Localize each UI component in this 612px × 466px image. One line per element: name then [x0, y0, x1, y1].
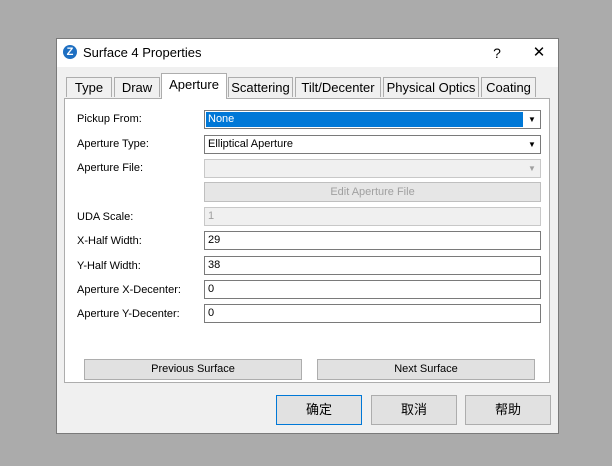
uda-scale-field: 1 — [204, 207, 541, 226]
x-half-width-label: X-Half Width: — [77, 235, 142, 247]
close-icon[interactable]: ✕ — [527, 43, 551, 63]
aperture-y-decenter-label: Aperture Y-Decenter: — [77, 308, 180, 320]
tab-coating[interactable]: Coating — [481, 77, 536, 97]
tab-type[interactable]: Type — [66, 77, 112, 97]
tab-tilt-decenter[interactable]: Tilt/Decenter — [295, 77, 381, 97]
y-half-width-field[interactable]: 38 — [204, 256, 541, 275]
help-button[interactable]: 帮助 — [465, 395, 551, 425]
chevron-down-icon: ▼ — [525, 161, 539, 176]
uda-scale-label: UDA Scale: — [77, 211, 134, 223]
x-half-width-field[interactable]: 29 — [204, 231, 541, 250]
y-half-width-label: Y-Half Width: — [77, 260, 141, 272]
title-bar: Z Surface 4 Properties ? ✕ — [57, 39, 558, 67]
window-title: Surface 4 Properties — [83, 45, 202, 60]
next-surface-button[interactable]: Next Surface — [317, 359, 535, 380]
tab-physical-optics[interactable]: Physical Optics — [383, 77, 479, 97]
aperture-x-decenter-label: Aperture X-Decenter: — [77, 284, 181, 296]
ok-button[interactable]: 确定 — [276, 395, 362, 425]
tab-draw[interactable]: Draw — [114, 77, 160, 97]
chevron-down-icon[interactable]: ▼ — [525, 137, 539, 152]
help-icon[interactable]: ? — [485, 43, 509, 63]
aperture-file-dropdown: ▼ — [204, 159, 541, 178]
pickup-from-value: None — [206, 112, 523, 127]
app-icon: Z — [63, 45, 77, 59]
pickup-from-dropdown[interactable]: None ▼ — [204, 110, 541, 129]
chevron-down-icon[interactable]: ▼ — [525, 112, 539, 127]
cancel-button[interactable]: 取消 — [371, 395, 457, 425]
aperture-panel: Pickup From: None ▼ Aperture Type: Ellip… — [64, 98, 550, 383]
aperture-type-dropdown[interactable]: Elliptical Aperture ▼ — [204, 135, 541, 154]
aperture-type-label: Aperture Type: — [77, 138, 149, 150]
aperture-y-decenter-field[interactable]: 0 — [204, 304, 541, 323]
tab-strip: Type Draw Aperture Scattering Tilt/Decen… — [57, 73, 558, 99]
pickup-from-label: Pickup From: — [77, 113, 142, 125]
tab-scattering[interactable]: Scattering — [228, 77, 293, 97]
tab-aperture[interactable]: Aperture — [161, 73, 227, 99]
aperture-type-value: Elliptical Aperture — [208, 138, 293, 150]
previous-surface-button[interactable]: Previous Surface — [84, 359, 302, 380]
aperture-file-label: Aperture File: — [77, 162, 144, 174]
surface-properties-dialog: Z Surface 4 Properties ? ✕ Type Draw Ape… — [56, 38, 559, 434]
aperture-x-decenter-field[interactable]: 0 — [204, 280, 541, 299]
edit-aperture-file-button: Edit Aperture File — [204, 182, 541, 202]
